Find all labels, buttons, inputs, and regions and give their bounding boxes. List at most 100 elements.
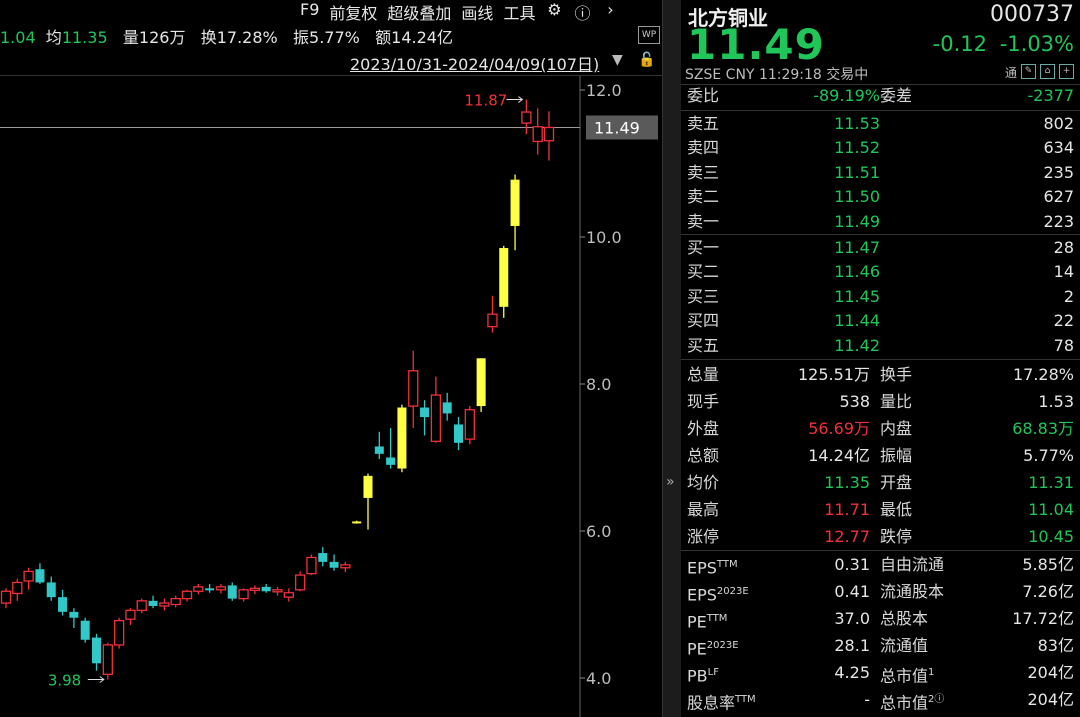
home-icon[interactable]: ⌂ [1040,64,1055,79]
stat-value: 68.83万 [1012,419,1074,438]
candle-body [352,521,362,524]
bid-row[interactable]: 买五 11.42 78 [681,334,1080,358]
fundamental-superscript: 2ⓘ [928,694,945,705]
candle-body [454,424,463,443]
candle-body [294,574,306,591]
stat-label: 开盘 [880,473,913,492]
candle-body [193,586,204,592]
stat-label: 内盘 [880,419,913,438]
bid-row[interactable]: 买二 11.46 14 [681,260,1080,284]
candle-body [23,570,34,582]
collapse-strip[interactable]: » [662,0,682,717]
ratio-value: -89.19% [813,86,880,105]
quote-meta: SZSE CNY 11:29:18 交易中 [685,64,868,84]
fundamental-row: EPS2023E 0.41 流通股本 7.26亿 [681,578,1080,605]
fundamental-superscript: TTM [716,559,738,570]
diff-label: 委差 [880,86,913,105]
ask-row[interactable]: 卖二 11.50 627 [681,185,1080,209]
ask-price: 11.49 [834,211,880,231]
ask-label: 卖一 [687,211,720,231]
fundamental-value: 7.26亿 [1022,582,1074,601]
fundamentals: EPSTTM 0.31 自由流通 5.85亿 EPS2023E 0.41 流通股本 7.26亿… [681,551,1080,713]
bid-row[interactable]: 买三 11.45 2 [681,285,1080,309]
trade-status: 交易中 [826,67,869,83]
bid-volume: 22 [1053,311,1074,331]
candle-body [318,553,328,562]
ask-book: 卖五 11.53 802 卖四 11.52 634 卖三 11.51 235 卖二 11.50 627… [681,112,1080,234]
fundamental-superscript: 1 [928,667,935,678]
fundamental-row: PBLF 4.25 总市值1 204亿 [681,659,1080,686]
stat-label: 最高 [687,500,720,519]
candlestick-chart[interactable]: 12.0 10.0 8.0 6.0 4.0 11.49 11.87 3.98 [0,0,662,717]
candle-body [249,587,261,591]
candle-body [261,586,271,592]
candle-body [136,600,147,612]
ask-volume: 802 [1043,114,1074,133]
plus-icon[interactable]: + [1059,64,1074,79]
bid-book: 买一 11.47 28 买二 11.46 14 买三 11.45 2 买四 11.44 22 买五 11.… [681,236,1080,358]
stat-value: 11.31 [1028,473,1074,492]
ask-row[interactable]: 卖一 11.49 223 [681,210,1080,234]
fundamental-value: 37.0 [834,609,870,628]
quote-panel: 北方铜业 000737 11.49 -0.12 -1.03% SZSE CNY … [681,0,1080,717]
candle-body [238,589,249,600]
bid-row[interactable]: 买四 11.44 22 [681,309,1080,333]
stat-label: 外盘 [687,419,720,438]
candle-body [148,600,158,606]
fundamental-label: 股息率TTM [687,693,756,713]
diff-value: -2377 [1027,86,1075,105]
ask-price: 11.52 [834,138,880,158]
kline-panel[interactable]: F9 前复权 超级叠加 画线 工具 ⚙ ⓘ › 1.04 均11.35 量126… [0,0,662,717]
bid-price: 11.45 [834,286,880,306]
stat-row: 现手 538 量比 1.53 [681,388,1080,415]
divider [681,234,1080,235]
ask-row[interactable]: 卖三 11.51 235 [681,161,1080,185]
stat-value: 11.04 [1028,500,1074,519]
ask-row[interactable]: 卖四 11.52 634 [681,136,1080,160]
stat-value: 17.28% [1012,365,1074,384]
fundamental-value: 83亿 [1037,636,1074,655]
edit-icon[interactable]: ✎ [1021,64,1036,79]
candle-body [521,111,532,124]
candle-body [181,590,193,600]
fundamental-superscript: TTM [735,694,756,705]
double-chevron-icon[interactable]: » [666,474,675,490]
stat-value: 5.77% [1023,446,1074,465]
min-price-label: 3.98 [48,671,81,689]
bid-label: 买二 [687,262,720,282]
fundamental-value: 17.72亿 [1012,609,1074,628]
candle-body [58,597,68,612]
candle-body [510,179,520,226]
candle-body [408,370,419,407]
ask-volume: 634 [1043,138,1074,158]
ask-row[interactable]: 卖五 11.53 802 [681,112,1080,136]
candle-body [386,457,396,465]
ask-label: 卖五 [687,114,720,133]
ask-volume: 223 [1043,211,1074,231]
candle-body [205,588,215,591]
stat-label: 振幅 [880,446,913,465]
max-price-label: 11.87 [464,92,507,110]
stat-value: 10.45 [1028,527,1074,546]
change-value: -0.12 [932,32,988,56]
bid-volume: 2 [1063,286,1074,306]
price-change: -0.12 -1.03% [933,32,1074,56]
ask-label: 卖二 [687,187,720,207]
bid-label: 买五 [687,335,720,355]
candle-body [159,602,170,607]
fundamental-label: 流通股本 [880,582,945,601]
bid-row[interactable]: 买一 11.47 28 [681,236,1080,260]
fundamental-value: 4.25 [834,663,870,682]
fundamental-row: PETTM 37.0 总股本 17.72亿 [681,605,1080,632]
candle-body [532,126,543,143]
fundamental-value: 0.41 [834,582,870,601]
stat-value: 11.71 [824,500,870,519]
candle-body [170,597,181,606]
bid-price: 11.44 [834,311,880,331]
stat-row: 最高 11.71 最低 11.04 [681,496,1080,523]
candle-body [329,561,339,568]
bid-label: 买三 [687,286,720,306]
bid-label: 买一 [687,238,720,257]
fundamental-label: PE2023E [687,639,739,659]
candle-body [69,611,79,618]
